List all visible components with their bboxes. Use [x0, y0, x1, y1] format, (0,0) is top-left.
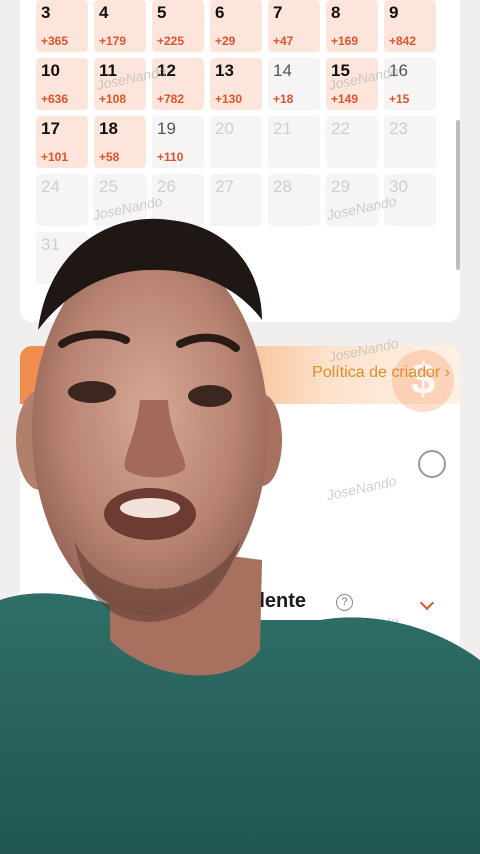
day-number: 22	[331, 119, 350, 138]
day-delta: +110	[157, 150, 184, 164]
calendar-day-3[interactable]: 3 +365	[36, 0, 88, 52]
creator-card: $ Política de criador › xcelente ?	[20, 346, 460, 766]
calendar-day-23[interactable]: 23	[384, 116, 436, 168]
calendar-day-31[interactable]: 31	[36, 232, 88, 284]
day-delta: +179	[99, 34, 127, 48]
calendar-day-7[interactable]: 7 +47	[268, 0, 320, 52]
day-number: 6	[215, 3, 225, 22]
day-number: 4	[99, 3, 109, 22]
day-delta: +169	[331, 34, 359, 48]
day-delta: +47	[273, 34, 294, 48]
calendar-day-27[interactable]: 27	[210, 174, 262, 226]
day-number: 29	[331, 177, 350, 196]
calendar-day-15[interactable]: 15 +149	[326, 58, 378, 110]
day-number: 12	[157, 61, 176, 80]
calendar-day-8[interactable]: 8 +169	[326, 0, 378, 52]
day-delta: +29	[215, 34, 236, 48]
calendar-day-26[interactable]: 26	[152, 174, 204, 226]
day-delta: +782	[157, 92, 185, 106]
day-number: 3	[41, 3, 51, 22]
day-delta: +108	[99, 92, 127, 106]
day-delta: +149	[331, 92, 359, 106]
chevron-down-icon[interactable]	[419, 699, 435, 715]
day-number: 16	[389, 61, 408, 80]
calendar-day-20[interactable]: 20	[210, 116, 262, 168]
day-number: 21	[273, 119, 292, 138]
calendar-day-5[interactable]: 5 +225	[152, 0, 204, 52]
tier-label: xcelente	[226, 590, 307, 612]
day-number: 30	[389, 177, 408, 196]
day-delta: +225	[157, 34, 185, 48]
day-number: 8	[331, 3, 341, 22]
day-number: 31	[41, 235, 60, 254]
day-delta: +636	[41, 92, 69, 106]
select-radio[interactable]	[418, 450, 446, 478]
day-number: 17	[41, 119, 60, 138]
day-number: 23	[389, 119, 408, 138]
day-number: 13	[215, 61, 234, 80]
day-number: 11	[99, 61, 117, 80]
day-number: 14	[273, 61, 292, 80]
day-number: 5	[157, 3, 167, 22]
day-number: 24	[41, 177, 60, 196]
day-delta: +842	[389, 34, 417, 48]
day-delta: +18	[273, 92, 294, 106]
calendar-day-21[interactable]: 21	[268, 116, 320, 168]
calendar-day-19[interactable]: 19 +110	[152, 116, 204, 168]
day-number: 18	[99, 119, 118, 138]
day-number: 27	[215, 177, 234, 196]
day-delta: +365	[41, 34, 69, 48]
day-number: 28	[273, 177, 292, 196]
calendar-day-13[interactable]: 13 +130	[210, 58, 262, 110]
calendar-day-29[interactable]: 29	[326, 174, 378, 226]
question-circle-icon[interactable]: ?	[336, 594, 353, 611]
calendar-day-25[interactable]: 25	[94, 174, 146, 226]
day-delta: +58	[99, 150, 120, 164]
calendar-day-12[interactable]: 12 +782	[152, 58, 204, 110]
day-number: 9	[389, 3, 399, 22]
calendar-day-16[interactable]: 16 +15	[384, 58, 436, 110]
calendar-grid: 3 +365 4 +179 5 +225 6 +29 7 +47 8 +169 9 +842 10 +636 1…	[36, 0, 436, 284]
day-delta: +15	[389, 92, 410, 106]
calendar-day-30[interactable]: 30	[384, 174, 436, 226]
scrollbar[interactable]	[456, 120, 460, 270]
calendar-day-9[interactable]: 9 +842	[384, 0, 436, 52]
calendar-day-17[interactable]: 17 +101	[36, 116, 88, 168]
calendar-day-18[interactable]: 18 +58	[94, 116, 146, 168]
day-delta: +130	[215, 92, 243, 106]
day-delta: +101	[41, 150, 69, 164]
calendar-day-6[interactable]: 6 +29	[210, 0, 262, 52]
day-number: 7	[273, 3, 283, 22]
tier-row[interactable]: xcelente ?	[38, 586, 442, 616]
day-number: 15	[331, 61, 350, 80]
calendar-day-22[interactable]: 22	[326, 116, 378, 168]
day-number: 25	[99, 177, 118, 196]
day-number: 19	[157, 119, 176, 138]
calendar-day-28[interactable]: 28	[268, 174, 320, 226]
calendar-day-14[interactable]: 14 +18	[268, 58, 320, 110]
creator-policy-link[interactable]: Política de criador ›	[312, 364, 450, 382]
calendar-day-10[interactable]: 10 +636	[36, 58, 88, 110]
day-number: 10	[41, 61, 60, 80]
calendar-day-4[interactable]: 4 +179	[94, 0, 146, 52]
day-number: 20	[215, 119, 234, 138]
day-number: 26	[157, 177, 176, 196]
calendar-day-24[interactable]: 24	[36, 174, 88, 226]
calendar-day-11[interactable]: 11 +108	[94, 58, 146, 110]
